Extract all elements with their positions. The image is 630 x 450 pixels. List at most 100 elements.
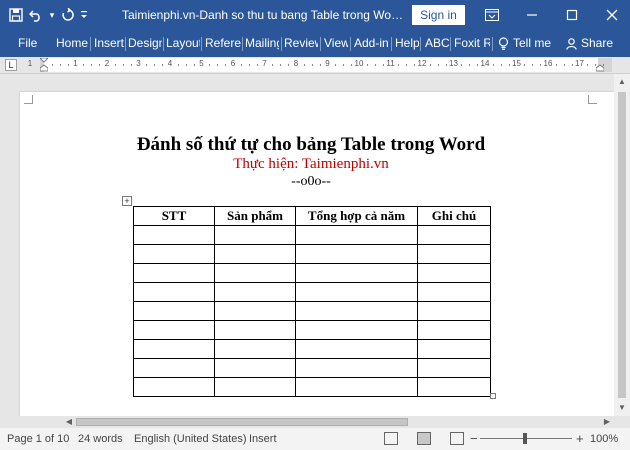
- zoom-in-button[interactable]: +: [576, 428, 584, 450]
- tab-mailings[interactable]: Mailing: [245, 30, 279, 57]
- table-cell[interactable]: [133, 377, 215, 397]
- table-cell[interactable]: [133, 225, 215, 245]
- ruler-number: 10: [354, 59, 364, 68]
- ribbon-display-icon[interactable]: [472, 0, 512, 30]
- zoom-slider-thumb[interactable]: [523, 433, 527, 444]
- lightbulb-icon: [498, 37, 509, 50]
- minimize-icon[interactable]: [512, 0, 552, 30]
- horizontal-scrollbar[interactable]: ◀ ▶: [0, 416, 630, 428]
- table-cell[interactable]: [295, 282, 418, 302]
- zoom-level[interactable]: 100%: [590, 428, 618, 450]
- table-cell[interactable]: [133, 282, 215, 302]
- left-indent-marker[interactable]: [40, 58, 48, 72]
- save-icon[interactable]: [6, 4, 26, 26]
- customize-icon[interactable]: [78, 4, 90, 26]
- page-count[interactable]: Page 1 of 10: [7, 428, 69, 450]
- close-icon[interactable]: [592, 0, 630, 30]
- tab-abc[interactable]: ABC: [425, 30, 449, 57]
- document-area: Đánh số thứ tự cho bảng Table trong Word…: [0, 74, 614, 416]
- print-layout-icon[interactable]: [417, 432, 431, 445]
- table-cell[interactable]: [295, 358, 418, 378]
- table-cell[interactable]: [214, 358, 296, 378]
- undo-icon[interactable]: [26, 4, 46, 26]
- table-cell[interactable]: [133, 358, 215, 378]
- table-row: [133, 301, 491, 321]
- ruler-tick: [429, 64, 431, 66]
- word-count[interactable]: 24 words: [78, 428, 123, 450]
- table-header-cell[interactable]: Ghi chú: [417, 206, 491, 226]
- table-cell[interactable]: [417, 377, 491, 397]
- table-header-cell[interactable]: Tổng hợp cả năm: [295, 206, 418, 226]
- tab-selector[interactable]: L: [5, 59, 17, 71]
- tab-view[interactable]: View: [324, 30, 348, 57]
- tab-design[interactable]: Design: [128, 30, 162, 57]
- table-cell[interactable]: [133, 263, 215, 283]
- table-cell[interactable]: [133, 244, 215, 264]
- table-resize-handle[interactable]: [490, 393, 496, 399]
- table-cell[interactable]: [417, 301, 491, 321]
- tab-foxit-reader[interactable]: Foxit Re: [454, 30, 490, 57]
- redo-icon[interactable]: [58, 4, 78, 26]
- document-page[interactable]: Đánh số thứ tự cho bảng Table trong Word…: [20, 92, 614, 416]
- table-cell[interactable]: [133, 320, 215, 340]
- table-cell[interactable]: [214, 225, 296, 245]
- tab-add-ins[interactable]: Add-in: [354, 30, 390, 57]
- tab-references[interactable]: Referer: [205, 30, 241, 57]
- table-move-handle[interactable]: +: [122, 196, 132, 206]
- table-cell[interactable]: [295, 244, 418, 264]
- table-cell[interactable]: [133, 339, 215, 359]
- table-cell[interactable]: [417, 263, 491, 283]
- language-indicator[interactable]: English (United States): [134, 428, 247, 450]
- tab-home[interactable]: Home: [56, 30, 88, 57]
- table-cell[interactable]: [214, 282, 296, 302]
- table-cell[interactable]: [133, 301, 215, 321]
- table-cell[interactable]: [295, 301, 418, 321]
- table-cell[interactable]: [214, 263, 296, 283]
- tab-help[interactable]: Help: [395, 30, 419, 57]
- table-header-row: STT Sản phẩm Tổng hợp cả năm Ghi chú: [133, 206, 491, 226]
- tell-me-box[interactable]: Tell me: [498, 30, 554, 57]
- web-layout-icon[interactable]: [450, 432, 464, 445]
- table-cell[interactable]: [295, 225, 418, 245]
- tab-insert[interactable]: Insert: [94, 30, 124, 57]
- table-cell[interactable]: [214, 339, 296, 359]
- table-cell[interactable]: [417, 244, 491, 264]
- scroll-left-icon[interactable]: ◀: [62, 416, 76, 428]
- scroll-right-icon[interactable]: ▶: [600, 416, 614, 428]
- share-button[interactable]: Share: [566, 30, 616, 57]
- table-header-cell[interactable]: STT: [133, 206, 215, 226]
- zoom-out-button[interactable]: −: [470, 428, 478, 450]
- table-cell[interactable]: [417, 339, 491, 359]
- table-cell[interactable]: [295, 320, 418, 340]
- table-cell[interactable]: [417, 282, 491, 302]
- scroll-down-icon[interactable]: ▼: [614, 400, 630, 416]
- table-cell[interactable]: [214, 377, 296, 397]
- tab-file[interactable]: File: [18, 30, 38, 57]
- table-cell[interactable]: [214, 301, 296, 321]
- table-cell[interactable]: [417, 320, 491, 340]
- table-cell[interactable]: [417, 225, 491, 245]
- vertical-scroll-thumb[interactable]: [618, 92, 626, 398]
- tab-separator: [420, 37, 421, 51]
- maximize-icon[interactable]: [552, 0, 592, 30]
- read-mode-icon[interactable]: [384, 432, 398, 445]
- tab-layout[interactable]: Layout: [166, 30, 200, 57]
- ruler-tick: [319, 64, 321, 66]
- table-cell[interactable]: [417, 358, 491, 378]
- table-header-cell[interactable]: Sản phẩm: [214, 206, 296, 226]
- ruler-number: 3: [136, 59, 141, 68]
- table-cell[interactable]: [214, 320, 296, 340]
- document-table[interactable]: STT Sản phẩm Tổng hợp cả năm Ghi chú: [133, 206, 491, 397]
- horizontal-scroll-thumb[interactable]: [76, 418, 408, 426]
- undo-dropdown-icon[interactable]: ▾: [46, 4, 58, 26]
- tab-review[interactable]: Review: [284, 30, 318, 57]
- vertical-scrollbar[interactable]: ▲ ▼: [614, 74, 630, 416]
- sign-in-button[interactable]: Sign in: [412, 5, 465, 25]
- horizontal-ruler[interactable]: 1 1 2 3 4 5 6 7 8 9 10 11 12 13 14 15 16 17: [28, 58, 612, 72]
- table-cell[interactable]: [295, 377, 418, 397]
- insert-mode[interactable]: Insert: [249, 428, 277, 450]
- table-cell[interactable]: [214, 244, 296, 264]
- table-cell[interactable]: [295, 339, 418, 359]
- table-cell[interactable]: [295, 263, 418, 283]
- scroll-up-icon[interactable]: ▲: [614, 74, 630, 90]
